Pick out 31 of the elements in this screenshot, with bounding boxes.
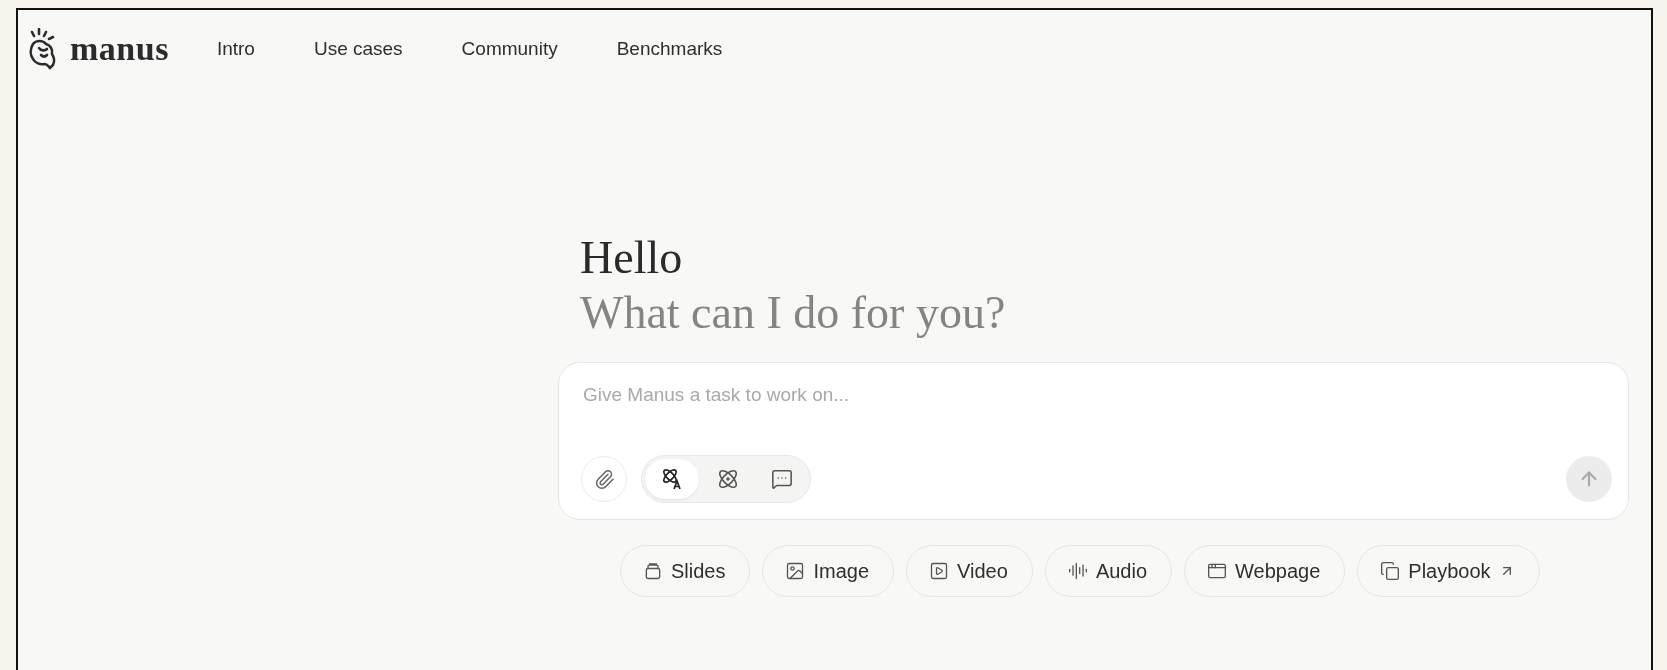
stack-icon [643, 561, 663, 582]
atom-icon [717, 468, 739, 491]
chip-label: Video [957, 559, 1008, 583]
image-icon [785, 561, 806, 582]
copy-icon [1380, 561, 1401, 582]
attach-button[interactable] [581, 456, 627, 503]
chat-bubble-icon [771, 468, 793, 491]
nav-link[interactable]: Intro [216, 38, 255, 60]
play-icon [929, 561, 950, 582]
chip-label: Webpage [1235, 559, 1321, 583]
quick-action-chip[interactable]: Slides [620, 545, 751, 598]
nav-link[interactable]: Use cases [313, 38, 403, 60]
logo-wordmark[interactable]: manus [70, 30, 169, 68]
quick-action-chip[interactable]: Webpage [1184, 545, 1346, 598]
quick-action-chip[interactable]: Audio [1044, 545, 1173, 598]
paperclip-icon [593, 468, 615, 490]
greeting-subtitle: What can I do for you? [579, 286, 1007, 341]
nav-link[interactable]: Community [461, 38, 558, 60]
chip-label: Audio [1095, 559, 1148, 583]
audio-wave-icon [1067, 561, 1088, 582]
quick-action-chip[interactable]: Image [762, 545, 895, 598]
quick-action-chip[interactable]: Video [906, 545, 1033, 598]
nav-link[interactable]: Benchmarks [616, 38, 723, 60]
mode-toggle-button[interactable] [645, 459, 699, 500]
atom-letter-icon [660, 467, 684, 492]
greeting-title: Hello [579, 231, 684, 285]
quick-action-chip[interactable]: Playbook [1357, 545, 1540, 598]
chip-label: Image [813, 559, 870, 583]
task-input-field[interactable]: Give Manus a task to work on... [581, 383, 1612, 408]
chip-label: Playbook [1408, 559, 1491, 583]
chip-label: Slides [671, 559, 726, 583]
